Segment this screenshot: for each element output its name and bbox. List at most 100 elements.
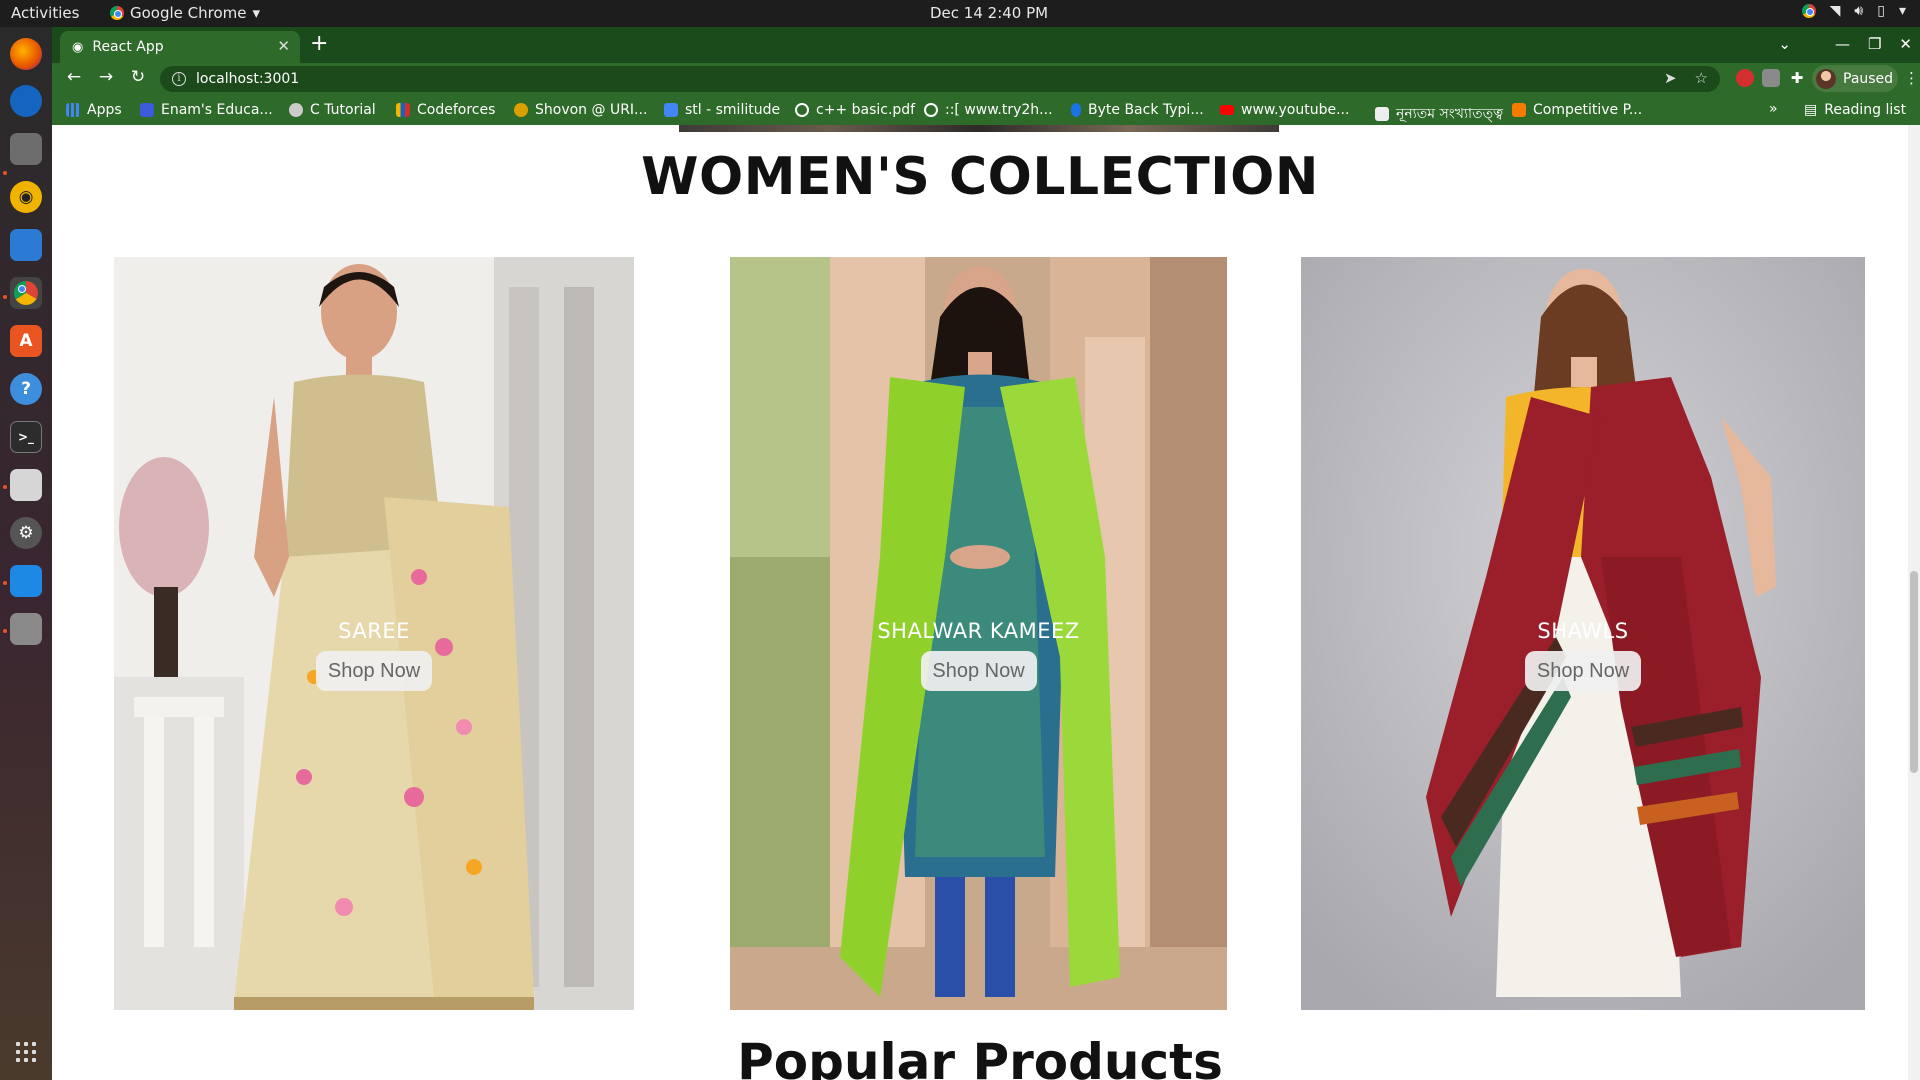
category-card-saree[interactable]: SAREE Shop Now xyxy=(114,257,634,1010)
more-bookmarks-icon[interactable]: » xyxy=(1769,101,1778,117)
vscode-icon[interactable] xyxy=(10,565,42,597)
bookmark-label: stl - smilitude xyxy=(685,102,781,118)
avatar xyxy=(1816,68,1836,89)
bookmark-item[interactable]: Competitive P... xyxy=(1512,102,1642,118)
extensions-puzzle-icon[interactable]: ✚ xyxy=(1788,69,1806,87)
thunderbird-icon[interactable] xyxy=(10,85,42,117)
running-indicator xyxy=(3,581,7,585)
show-applications-icon[interactable] xyxy=(16,1042,36,1062)
browser-toolbar: ← → ↻ i localhost:3001 ➤ ☆ ✚ Paused ⋮ xyxy=(52,63,1920,95)
disk-icon[interactable] xyxy=(10,613,42,645)
url-text: localhost:3001 xyxy=(196,71,300,87)
category-card-shawls[interactable]: SHAWLS Shop Now xyxy=(1301,257,1865,1010)
bookmark-apps[interactable]: Apps xyxy=(66,102,122,118)
bookmark-item[interactable]: নূন্যতম সংখ্যাতত্ত্ব xyxy=(1375,102,1503,126)
running-indicator xyxy=(3,629,7,633)
bookmark-favicon xyxy=(140,103,154,117)
bookmark-favicon xyxy=(289,103,303,117)
shop-now-button[interactable]: Shop Now xyxy=(1525,651,1641,691)
bookmark-label: www.youtube... xyxy=(1241,102,1350,118)
address-bar[interactable]: i localhost:3001 ➤ ☆ xyxy=(160,66,1720,92)
running-indicator xyxy=(3,171,7,175)
globe-icon xyxy=(795,103,809,117)
globe-icon: ◉ xyxy=(72,39,84,55)
bookmark-item[interactable]: C Tutorial xyxy=(289,102,376,118)
restore-icon[interactable]: ❐ xyxy=(1868,35,1881,53)
app-menu-label: Google Chrome xyxy=(130,4,247,22)
terminal-icon[interactable]: >_ xyxy=(10,421,42,453)
bookmark-item[interactable]: Enam's Educa... xyxy=(140,102,273,118)
battery-icon: ▯ xyxy=(1877,3,1885,19)
app-menu[interactable]: Google Chrome ▾ xyxy=(110,4,260,22)
category-label: SHALWAR KAMEEZ xyxy=(877,619,1080,643)
bookmark-star-icon[interactable]: ☆ xyxy=(1695,69,1708,87)
clock[interactable]: Dec 14 2:40 PM xyxy=(930,4,1048,22)
extension-gray-icon[interactable] xyxy=(1762,69,1780,87)
firefox-icon[interactable] xyxy=(10,38,42,70)
new-tab-button[interactable]: + xyxy=(310,33,328,55)
extension-red-icon[interactable] xyxy=(1736,69,1754,87)
tab-search-icon[interactable]: ⌄ xyxy=(1778,35,1791,53)
chrome-icon xyxy=(110,6,124,20)
reading-list-icon: ▤ xyxy=(1804,102,1818,118)
window-controls: ⌄ — ❐ ✕ xyxy=(1778,35,1912,53)
reading-list-button[interactable]: ▤ Reading list xyxy=(1804,102,1906,118)
send-icon[interactable]: ➤ xyxy=(1664,69,1677,87)
category-card-shalwar-kameez[interactable]: SHALWAR KAMEEZ Shop Now xyxy=(730,257,1227,1010)
files-icon[interactable] xyxy=(10,133,42,165)
bookmark-item[interactable]: stl - smilitude xyxy=(664,102,780,118)
site-info-icon[interactable]: i xyxy=(172,72,186,86)
bookmark-favicon xyxy=(1071,103,1081,117)
chrome-menu-icon[interactable]: ⋮ xyxy=(1904,69,1919,87)
system-tray[interactable]: ◥ 🔊︎ ▯ ▾ xyxy=(1801,3,1906,19)
bookmark-label: Competitive P... xyxy=(1533,102,1643,118)
reading-list-label: Reading list xyxy=(1824,102,1907,118)
tab-react-app[interactable]: ◉ React App ✕ xyxy=(60,31,300,63)
software-icon[interactable]: A xyxy=(10,325,42,357)
profile-button[interactable]: Paused xyxy=(1812,65,1898,92)
bookmark-label: c++ basic.pdf xyxy=(816,102,916,118)
back-icon[interactable]: ← xyxy=(62,67,86,87)
document-viewer-icon[interactable] xyxy=(10,469,42,501)
chrome-tray-icon xyxy=(1801,4,1816,18)
activities-button[interactable]: Activities xyxy=(11,4,79,22)
bookmark-item[interactable]: www.youtube... xyxy=(1220,102,1349,118)
blogger-icon xyxy=(1512,103,1526,117)
bookmark-favicon xyxy=(1375,107,1389,121)
close-tab-icon[interactable]: ✕ xyxy=(277,37,290,55)
running-indicator xyxy=(3,485,7,489)
hero-image-edge xyxy=(679,125,1279,132)
settings-icon[interactable]: ⚙ xyxy=(10,517,42,549)
browser-window: ◉ React App ✕ + ⌄ — ❐ ✕ ← → ↻ i localhos… xyxy=(52,27,1920,1080)
bookmark-label: C Tutorial xyxy=(310,102,376,118)
apps-grid-icon xyxy=(66,103,80,117)
collection-title: WOMEN'S COLLECTION xyxy=(641,147,1319,207)
scrollbar-thumb[interactable] xyxy=(1910,571,1918,773)
chrome-dock-icon[interactable] xyxy=(10,277,42,309)
help-icon[interactable]: ? xyxy=(10,373,42,405)
popular-products-title: Popular Products xyxy=(737,1033,1223,1080)
wifi-icon: ◥ xyxy=(1829,3,1841,19)
bookmark-label: Apps xyxy=(87,102,122,118)
bookmark-label: Byte Back Typi... xyxy=(1088,102,1204,118)
shop-now-button[interactable]: Shop Now xyxy=(316,651,432,691)
minimize-icon[interactable]: — xyxy=(1835,35,1850,53)
close-window-icon[interactable]: ✕ xyxy=(1899,35,1912,53)
bookmark-item[interactable]: Shovon @ URI... xyxy=(514,102,647,118)
bookmark-item[interactable]: c++ basic.pdf xyxy=(795,102,915,118)
rhythmbox-icon[interactable]: ◉ xyxy=(10,181,42,213)
dock: ◉ A ? >_ ⚙ xyxy=(0,27,52,1080)
forward-icon[interactable]: → xyxy=(94,67,118,87)
category-label: SAREE xyxy=(338,619,410,643)
tab-strip: ◉ React App ✕ + ⌄ — ❐ ✕ xyxy=(52,27,1920,63)
bookmark-item[interactable]: Codeforces xyxy=(396,102,495,118)
reload-icon[interactable]: ↻ xyxy=(126,67,150,87)
bookmark-label: Enam's Educa... xyxy=(161,102,273,118)
caret-down-icon: ▾ xyxy=(252,4,261,22)
writer-icon[interactable] xyxy=(10,229,42,261)
shop-now-button[interactable]: Shop Now xyxy=(920,651,1037,691)
page-scrollbar[interactable] xyxy=(1908,125,1920,1080)
bookmark-item[interactable]: ::[ www.try2h... xyxy=(924,102,1053,118)
bookmark-item[interactable]: Byte Back Typi... xyxy=(1071,102,1204,118)
codeforces-icon xyxy=(396,103,410,117)
